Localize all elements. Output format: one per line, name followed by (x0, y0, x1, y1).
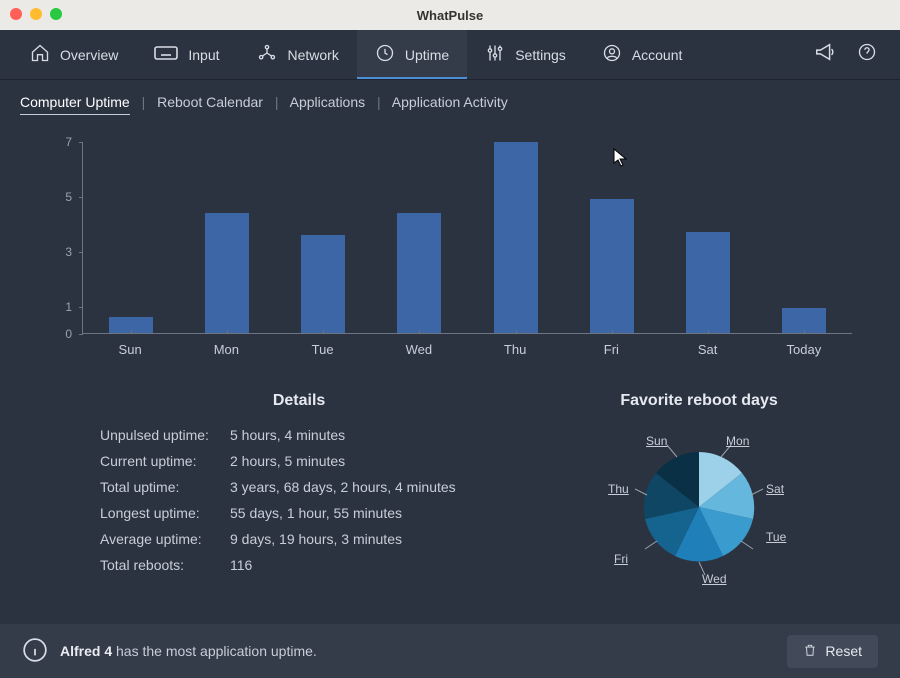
detail-label: Longest uptime: (100, 500, 230, 526)
detail-value: 55 days, 1 hour, 55 minutes (230, 500, 498, 526)
nav-label: Overview (60, 47, 118, 63)
detail-row: Current uptime:2 hours, 5 minutes (100, 448, 498, 474)
footer-bar: Alfred 4 has the most application uptime… (0, 624, 900, 678)
detail-value: 116 (230, 552, 498, 578)
subtab-application-activity[interactable]: Application Activity (392, 94, 508, 114)
detail-label: Unpulsed uptime: (100, 422, 230, 448)
bar-wed[interactable] (397, 213, 441, 333)
window-controls (10, 8, 62, 20)
x-label: Today (756, 338, 852, 362)
nav-label: Uptime (405, 47, 449, 63)
separator: | (275, 94, 279, 110)
pie-label-thu: Thu (608, 482, 629, 496)
separator: | (142, 94, 146, 110)
nav-account[interactable]: Account (584, 30, 701, 79)
pie-label-sun: Sun (646, 434, 667, 448)
pie-label-wed: Wed (702, 572, 726, 586)
reboot-days-panel: Favorite reboot days (518, 392, 880, 582)
user-icon (602, 43, 622, 66)
details-panel: Details Unpulsed uptime:5 hours, 4 minut… (20, 392, 518, 582)
y-tick-label: 1 (65, 300, 72, 314)
reset-label: Reset (825, 643, 862, 659)
y-tick-label: 0 (65, 327, 72, 341)
detail-label: Total reboots: (100, 552, 230, 578)
detail-value: 2 hours, 5 minutes (230, 448, 498, 474)
detail-row: Total reboots:116 (100, 552, 498, 578)
x-label: Mon (178, 338, 274, 362)
x-label: Sun (82, 338, 178, 362)
detail-row: Average uptime:9 days, 19 hours, 3 minut… (100, 526, 498, 552)
separator: | (377, 94, 381, 110)
detail-value: 5 hours, 4 minutes (230, 422, 498, 448)
subtab-applications[interactable]: Applications (290, 94, 366, 114)
detail-row: Longest uptime:55 days, 1 hour, 55 minut… (100, 500, 498, 526)
subtab-computer-uptime[interactable]: Computer Uptime (20, 94, 130, 115)
y-tick-label: 7 (65, 135, 72, 149)
footer-text: Alfred 4 has the most application uptime… (60, 643, 317, 659)
details-title: Details (100, 392, 498, 410)
y-tick-label: 3 (65, 245, 72, 259)
detail-value: 9 days, 19 hours, 3 minutes (230, 526, 498, 552)
nav-input[interactable]: Input (136, 30, 237, 79)
close-window-button[interactable] (10, 8, 22, 20)
detail-label: Average uptime: (100, 526, 230, 552)
pie-label-fri: Fri (614, 552, 628, 566)
info-icon (22, 637, 48, 666)
nav-label: Input (188, 47, 219, 63)
main-nav: Overview Input Network Uptime Settings A… (0, 30, 900, 80)
x-label: Tue (275, 338, 371, 362)
reset-button[interactable]: Reset (787, 635, 878, 668)
bar-thu[interactable] (494, 142, 538, 333)
x-label: Wed (371, 338, 467, 362)
bar-fri[interactable] (590, 199, 634, 333)
help-icon (857, 42, 877, 67)
lower-panels: Details Unpulsed uptime:5 hours, 4 minut… (20, 392, 880, 582)
x-label: Thu (467, 338, 563, 362)
help-button[interactable] (846, 30, 888, 79)
clock-icon (375, 43, 395, 66)
trash-icon (803, 643, 817, 660)
nav-label: Settings (515, 47, 566, 63)
detail-row: Total uptime:3 years, 68 days, 2 hours, … (100, 474, 498, 500)
nav-network[interactable]: Network (238, 30, 357, 79)
uptime-subtabs: Computer Uptime | Reboot Calendar | Appl… (0, 80, 900, 110)
nav-uptime[interactable]: Uptime (357, 30, 467, 79)
announcements-button[interactable] (804, 30, 846, 79)
minimize-window-button[interactable] (30, 8, 42, 20)
zoom-window-button[interactable] (50, 8, 62, 20)
reboot-days-title: Favorite reboot days (620, 392, 777, 410)
reboot-days-pie: Mon Sat Tue Wed Fri Thu Sun (594, 422, 804, 582)
uptime-bar-chart: 01357 SunMonTueWedThuFriSatToday (48, 142, 852, 362)
nav-overview[interactable]: Overview (12, 30, 136, 79)
home-icon (30, 43, 50, 66)
network-icon (256, 43, 278, 66)
titlebar: WhatPulse (0, 0, 900, 30)
bar-mon[interactable] (205, 213, 249, 333)
detail-value: 3 years, 68 days, 2 hours, 4 minutes (230, 474, 498, 500)
x-label: Sat (660, 338, 756, 362)
footer-info: Alfred 4 has the most application uptime… (22, 637, 317, 666)
detail-row: Unpulsed uptime:5 hours, 4 minutes (100, 422, 498, 448)
x-label: Fri (563, 338, 659, 362)
sliders-icon (485, 43, 505, 66)
keyboard-icon (154, 43, 178, 66)
detail-label: Current uptime: (100, 448, 230, 474)
megaphone-icon (814, 41, 836, 68)
nav-label: Account (632, 47, 683, 63)
window-title: WhatPulse (417, 8, 483, 23)
y-tick-label: 5 (65, 190, 72, 204)
nav-label: Network (288, 47, 339, 63)
bar-tue[interactable] (301, 235, 345, 333)
pie-label-mon: Mon (726, 434, 749, 448)
bar-sat[interactable] (686, 232, 730, 333)
pie-label-sat: Sat (766, 482, 784, 496)
nav-settings[interactable]: Settings (467, 30, 584, 79)
subtab-reboot-calendar[interactable]: Reboot Calendar (157, 94, 263, 114)
pie-label-tue: Tue (766, 530, 786, 544)
detail-label: Total uptime: (100, 474, 230, 500)
